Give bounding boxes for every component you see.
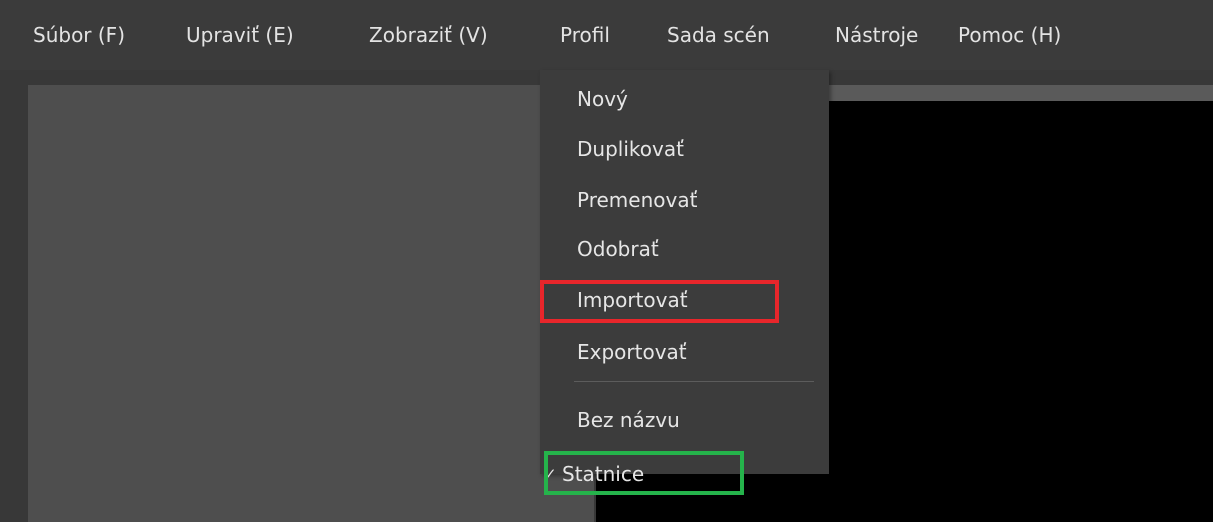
left-panel <box>28 85 594 522</box>
highlight-box-statnice <box>544 451 744 495</box>
menu-item-rename[interactable]: Premenovať <box>577 187 697 213</box>
menu-item-remove[interactable]: Odobrať <box>577 236 659 262</box>
profile-dropdown-menu: Nový Duplikovať Premenovať Odobrať Impor… <box>540 70 829 486</box>
menu-edit[interactable]: Upraviť (E) <box>186 22 294 48</box>
menu-tools[interactable]: Nástroje <box>835 22 918 48</box>
menu-help[interactable]: Pomoc (H) <box>958 22 1061 48</box>
menu-separator <box>574 381 814 382</box>
app-window: Súbor (F) Upraviť (E) Zobraziť (V) Profi… <box>0 0 1213 522</box>
profile-item-untitled[interactable]: Bez názvu <box>577 407 680 433</box>
menu-profile[interactable]: Profil <box>560 22 610 48</box>
menu-item-duplicate[interactable]: Duplikovať <box>577 136 684 162</box>
highlight-box-import <box>540 280 779 323</box>
menu-scene-set[interactable]: Sada scén <box>667 22 770 48</box>
menu-bar: Súbor (F) Upraviť (E) Zobraziť (V) Profi… <box>0 0 1213 70</box>
menu-item-export[interactable]: Exportovať <box>577 339 687 365</box>
menu-item-new[interactable]: Nový <box>577 86 628 112</box>
menu-view[interactable]: Zobraziť (V) <box>369 22 488 48</box>
menu-file[interactable]: Súbor (F) <box>33 22 125 48</box>
